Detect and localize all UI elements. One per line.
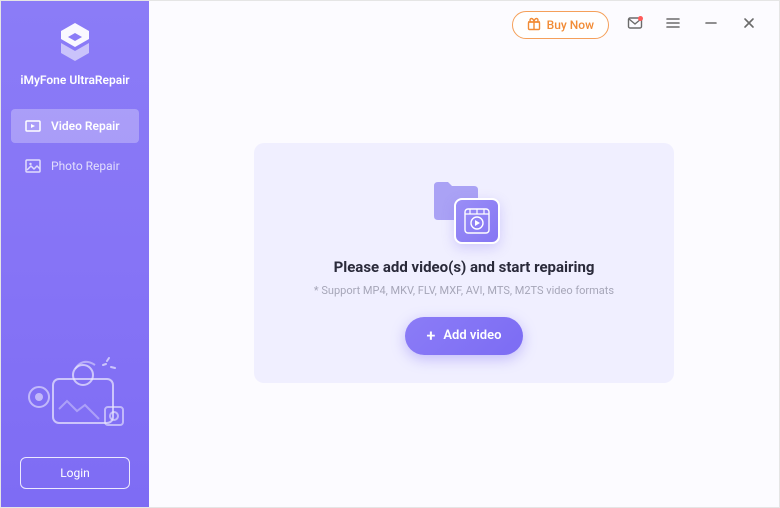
panel-headline: Please add video(s) and start repairing [334, 258, 595, 276]
menu-button[interactable] [661, 13, 685, 37]
minimize-icon [703, 15, 719, 35]
close-icon [741, 15, 757, 35]
sidebar-illustration [15, 349, 135, 439]
drop-panel[interactable]: Please add video(s) and start repairing … [254, 143, 674, 383]
buy-now-button[interactable]: Buy Now [512, 11, 609, 39]
sidebar: iMyFone UltraRepair Video Repair Photo R… [1, 1, 149, 507]
gift-icon [527, 17, 541, 34]
titlebar: Buy Now [149, 1, 779, 49]
sidebar-item-video-repair[interactable]: Video Repair [11, 109, 139, 143]
sidebar-item-label: Video Repair [51, 119, 120, 133]
notifications-button[interactable] [623, 13, 647, 37]
sidebar-item-photo-repair[interactable]: Photo Repair [11, 149, 139, 183]
video-icon [25, 118, 41, 134]
app-title: iMyFone UltraRepair [20, 73, 129, 87]
sidebar-item-label: Photo Repair [51, 159, 120, 173]
add-video-button[interactable]: + Add video [405, 317, 524, 355]
minimize-button[interactable] [699, 13, 723, 37]
photo-icon [25, 158, 41, 174]
close-button[interactable] [737, 13, 761, 37]
notification-dot [638, 16, 643, 21]
content: Please add video(s) and start repairing … [149, 49, 779, 507]
plus-icon: + [427, 328, 436, 344]
app-logo [51, 19, 99, 67]
panel-subline: * Support MP4, MKV, FLV, MXF, AVI, MTS, … [314, 284, 614, 297]
main-area: Buy Now [149, 1, 779, 507]
buy-now-label: Buy Now [547, 18, 594, 32]
hamburger-icon [665, 15, 681, 35]
add-video-label: Add video [443, 328, 501, 343]
login-button[interactable]: Login [20, 457, 130, 489]
video-illustration [428, 172, 500, 244]
